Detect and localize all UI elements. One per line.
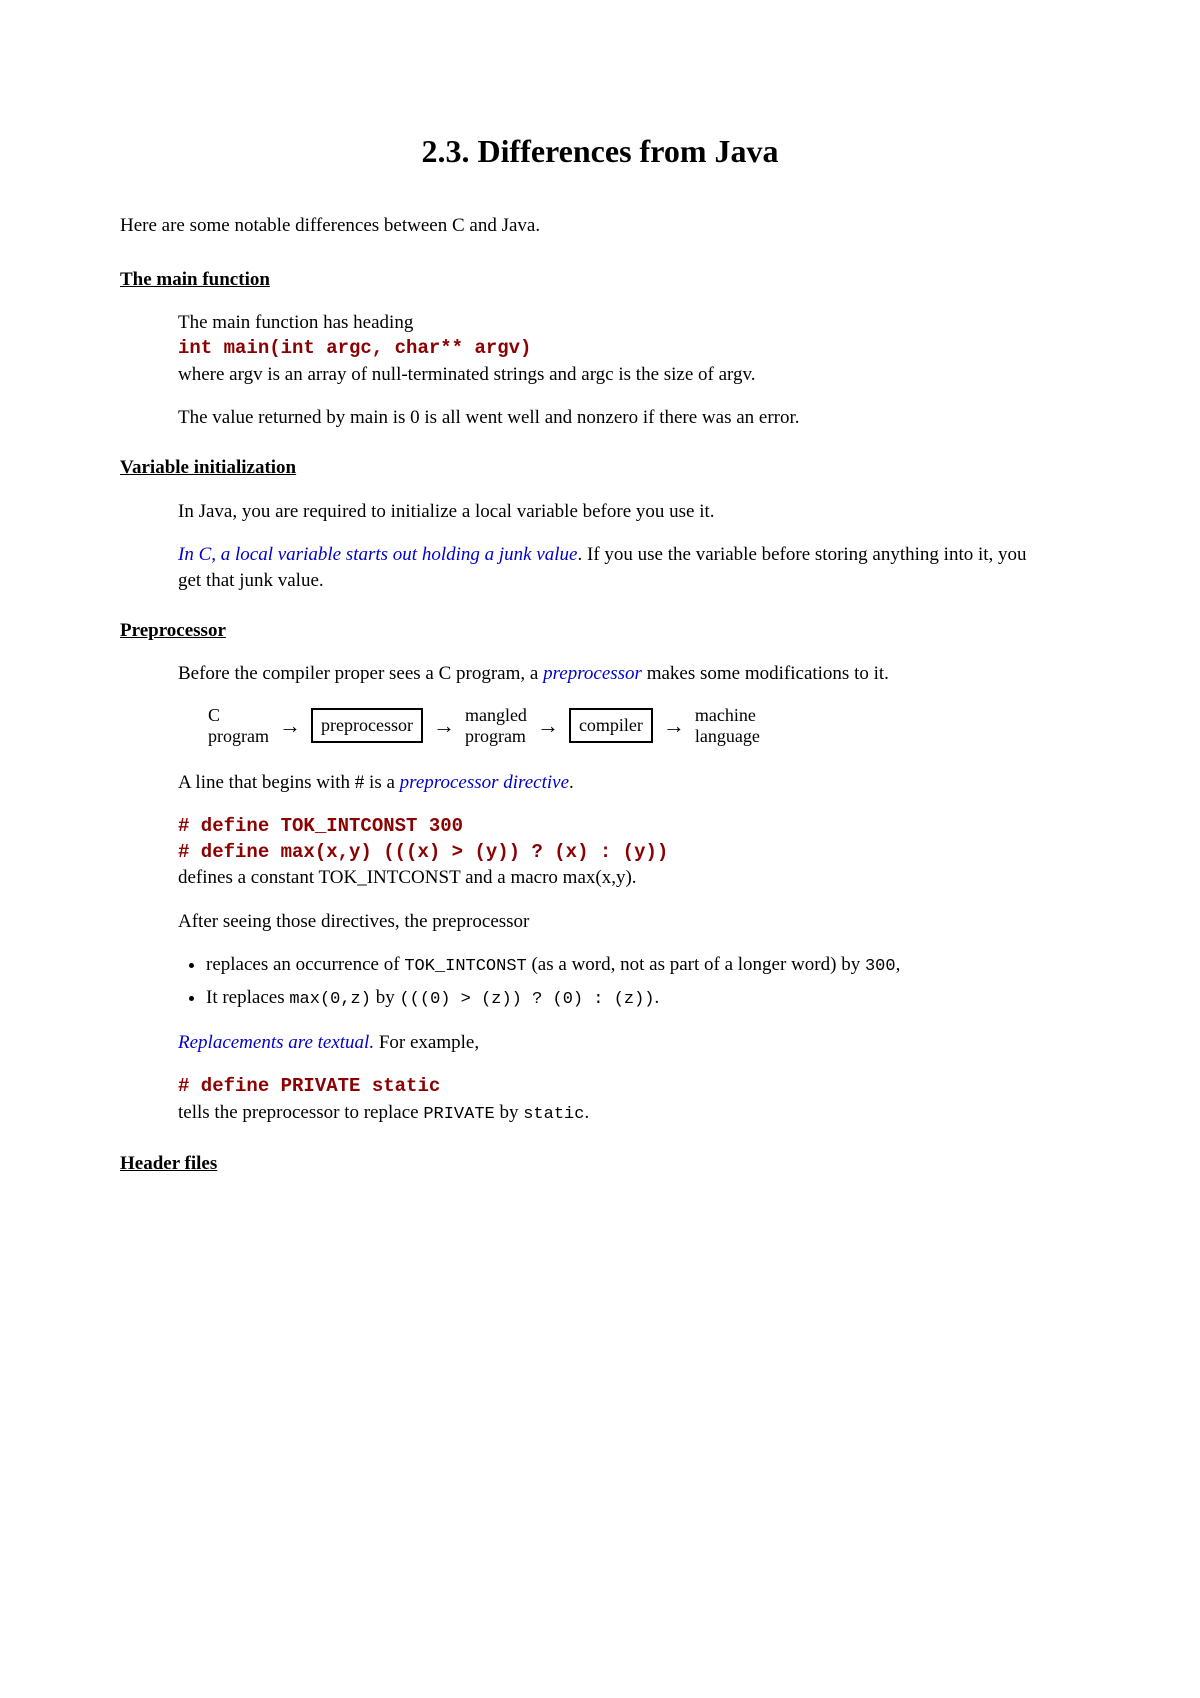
pre-p5: Replacements are textual. For example, <box>178 1030 1040 1056</box>
main-block-1: The main function has heading int main(i… <box>178 310 1040 387</box>
pre-p6-mono1: PRIVATE <box>423 1105 494 1124</box>
li1c: , <box>896 954 901 975</box>
pre-bullet-list: replaces an occurrence of TOK_INTCONST (… <box>178 952 1040 1012</box>
diagram-n3a: mangled <box>465 705 527 726</box>
li2a: It replaces <box>206 987 289 1008</box>
pre-code3: # define PRIVATE static <box>178 1074 1040 1100</box>
arrow-icon: → <box>433 711 455 741</box>
diagram-n5b: language <box>695 726 760 747</box>
diagram-n5a: machine <box>695 705 760 726</box>
section-link-var[interactable]: Variable initialization <box>120 457 296 478</box>
diagram-n3b: program <box>465 726 527 747</box>
arrow-icon: → <box>279 711 301 741</box>
main-code: int main(int argc, char** argv) <box>178 336 1040 362</box>
pre-p2b: . <box>569 772 574 793</box>
li2b: by <box>371 987 400 1008</box>
pre-p1b: makes some modifications to it. <box>642 663 889 684</box>
var-p1: In Java, you are required to initialize … <box>178 499 1040 525</box>
diagram-node-machine-language: machine language <box>695 705 760 746</box>
pre-p5-rest: For example, <box>374 1032 479 1053</box>
main-p3: The value returned by main is 0 is all w… <box>178 405 1040 431</box>
section-heading-var: Variable initialization <box>120 455 1080 481</box>
pre-p2a: A line that begins with # is a <box>178 772 400 793</box>
pre-p5-emph: Replacements are textual. <box>178 1032 374 1053</box>
pre-p6: tells the preprocessor to replace PRIVAT… <box>178 1102 589 1123</box>
section-body-main: The main function has heading int main(i… <box>178 310 1040 431</box>
pre-p1a: Before the compiler proper sees a C prog… <box>178 663 543 684</box>
li2-mono1: max(0,z) <box>289 990 371 1009</box>
list-item: It replaces max(0,z) by (((0) > (z)) ? (… <box>206 985 1040 1012</box>
diagram-node-c-program: C program <box>208 705 269 746</box>
section-heading-header: Header files <box>120 1151 1080 1177</box>
li1b: (as a word, not as part of a longer word… <box>527 954 865 975</box>
pre-p1-emph: preprocessor <box>543 663 642 684</box>
pre-p3: defines a constant TOK_INTCONST and a ma… <box>178 867 637 888</box>
arrow-icon: → <box>663 711 685 741</box>
pre-p6a: tells the preprocessor to replace <box>178 1102 423 1123</box>
diagram-node-mangled-program: mangled program <box>465 705 527 746</box>
preprocessor-diagram: C program → preprocessor → mangled progr… <box>208 705 1040 746</box>
section-link-pre[interactable]: Preprocessor <box>120 620 226 641</box>
diagram-n1b: program <box>208 726 269 747</box>
main-p1: The main function has heading <box>178 312 413 333</box>
pre-p6-mono2: static <box>523 1105 584 1124</box>
section-body-pre: Before the compiler proper sees a C prog… <box>178 661 1040 1126</box>
section-heading-pre: Preprocessor <box>120 618 1080 644</box>
li1a: replaces an occurrence of <box>206 954 404 975</box>
var-p2: In C, a local variable starts out holdin… <box>178 542 1040 593</box>
pre-p6b: by <box>495 1102 524 1123</box>
section-body-var: In Java, you are required to initialize … <box>178 499 1040 594</box>
intro-paragraph: Here are some notable differences betwee… <box>120 213 1080 239</box>
li2c: . <box>655 987 660 1008</box>
li1-mono2: 300 <box>865 957 896 976</box>
section-link-header[interactable]: Header files <box>120 1153 217 1174</box>
diagram-node-preprocessor: preprocessor <box>311 708 423 742</box>
pre-code-block-2: # define PRIVATE static tells the prepro… <box>178 1074 1040 1127</box>
pre-code2: # define max(x,y) (((x) > (y)) ? (x) : (… <box>178 840 1040 866</box>
pre-p2: A line that begins with # is a preproces… <box>178 770 1040 796</box>
page-title: 2.3. Differences from Java <box>120 130 1080 173</box>
pre-p1: Before the compiler proper sees a C prog… <box>178 661 1040 687</box>
var-p2-emph: In C, a local variable starts out holdin… <box>178 544 578 565</box>
li1-mono1: TOK_INTCONST <box>404 957 526 976</box>
section-heading-main: The main function <box>120 267 1080 293</box>
li2-mono2: (((0) > (z)) ? (0) : (z)) <box>399 990 654 1009</box>
page: 2.3. Differences from Java Here are some… <box>0 0 1200 1698</box>
diagram-node-compiler: compiler <box>569 708 653 742</box>
pre-p2-emph: preprocessor directive <box>400 772 569 793</box>
diagram-n1a: C <box>208 705 269 726</box>
pre-p4: After seeing those directives, the prepr… <box>178 909 1040 935</box>
pre-p6c: . <box>584 1102 589 1123</box>
pre-code-block-1: # define TOK_INTCONST 300 # define max(x… <box>178 814 1040 891</box>
pre-code1: # define TOK_INTCONST 300 <box>178 814 1040 840</box>
list-item: replaces an occurrence of TOK_INTCONST (… <box>206 952 1040 979</box>
main-p2: where argv is an array of null-terminate… <box>178 364 756 385</box>
arrow-icon: → <box>537 711 559 741</box>
section-link-main[interactable]: The main function <box>120 269 270 290</box>
